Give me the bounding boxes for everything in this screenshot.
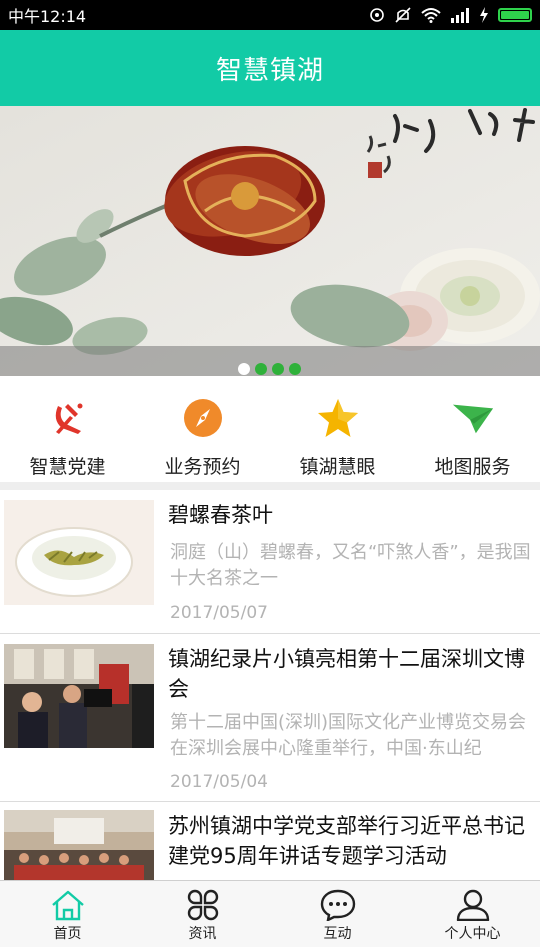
news-title: 碧螺春茶叶 <box>168 503 273 527</box>
mute-icon <box>395 7 411 23</box>
section-divider <box>0 482 540 490</box>
banner-image <box>0 106 540 376</box>
carousel-dot[interactable] <box>255 363 267 375</box>
user-icon <box>456 889 489 921</box>
star-icon <box>316 396 360 440</box>
wifi-icon <box>421 8 441 23</box>
tab-news[interactable]: 资讯 <box>135 881 270 947</box>
tab-label: 首页 <box>53 926 82 942</box>
news-thumbnail <box>4 810 154 880</box>
quick-nav-party-building[interactable]: 智慧党建 <box>0 376 135 482</box>
carousel-dot[interactable] <box>272 363 284 375</box>
status-time: 中午12:14 <box>8 7 87 26</box>
quick-nav-map[interactable]: 地图服务 <box>405 376 540 482</box>
carousel-dots <box>238 363 301 375</box>
quick-nav-label: 地图服务 <box>434 456 511 478</box>
chat-bubble-icon <box>320 889 355 921</box>
tab-interact[interactable]: 互动 <box>270 881 405 947</box>
home-icon <box>51 890 84 921</box>
bottom-tab-bar: 首页 资讯 互动 个人中心 <box>0 880 540 947</box>
news-date: 2017/05/04 <box>170 772 268 792</box>
news-item[interactable]: 镇湖纪录片小镇亮相第十二届深圳文博会 第十二届中国(深圳)国际文化产业博览交易会… <box>0 634 540 802</box>
paper-plane-icon <box>451 396 495 440</box>
quick-nav-label: 业务预约 <box>164 456 241 478</box>
tab-label: 个人中心 <box>444 926 501 942</box>
news-item[interactable]: 碧螺春茶叶 洞庭（山）碧螺春，又名“吓煞人香”，是我国十大名茶之一 2017/0… <box>0 490 540 634</box>
carousel-dot[interactable] <box>289 363 301 375</box>
news-title: 镇湖纪录片小镇亮相第十二届深圳文博会 <box>168 647 525 701</box>
tab-home[interactable]: 首页 <box>0 881 135 947</box>
tab-label: 资讯 <box>188 926 217 942</box>
news-summary: 洞庭（山）碧螺春，又名“吓煞人香”，是我国十大名茶之一 <box>170 542 531 589</box>
app-header: 智慧镇湖 <box>0 30 540 106</box>
news-summary: 第十二届中国(深圳)国际文化产业博览交易会在深圳会展中心隆重举行，中国·东山纪 <box>170 712 527 759</box>
battery-icon <box>498 8 532 22</box>
quick-nav: 智慧党建 业务预约 镇湖慧眼 地图服务 <box>0 376 540 482</box>
page-title: 智慧镇湖 <box>215 55 324 86</box>
news-list: 碧螺春茶叶 洞庭（山）碧螺春，又名“吓煞人香”，是我国十大名茶之一 2017/0… <box>0 490 540 880</box>
news-title: 苏州镇湖中学党支部举行习近平总书记建党95周年讲话专题学习活动 <box>168 814 525 868</box>
charging-icon <box>480 7 488 23</box>
quick-nav-smart-eye[interactable]: 镇湖慧眼 <box>270 376 405 482</box>
tab-label: 互动 <box>323 926 352 942</box>
carousel-dot[interactable] <box>238 363 250 375</box>
news-thumbnail <box>4 644 154 748</box>
signal-icon <box>451 8 469 23</box>
banner-carousel[interactable] <box>0 106 540 376</box>
compass-icon <box>181 396 225 440</box>
party-emblem-icon <box>46 396 90 440</box>
news-item[interactable]: 苏州镇湖中学党支部举行习近平总书记建党95周年讲话专题学习活动 <box>0 802 540 880</box>
news-date: 2017/05/07 <box>170 603 268 623</box>
status-icons <box>369 7 532 23</box>
quick-nav-label: 智慧党建 <box>29 456 106 478</box>
quick-nav-appointment[interactable]: 业务预约 <box>135 376 270 482</box>
alarm-icon <box>370 8 384 22</box>
tab-profile[interactable]: 个人中心 <box>405 881 540 947</box>
news-clover-icon <box>187 889 218 921</box>
quick-nav-label: 镇湖慧眼 <box>299 456 376 478</box>
news-thumbnail <box>4 500 154 605</box>
status-bar: 中午12:14 <box>0 0 540 30</box>
